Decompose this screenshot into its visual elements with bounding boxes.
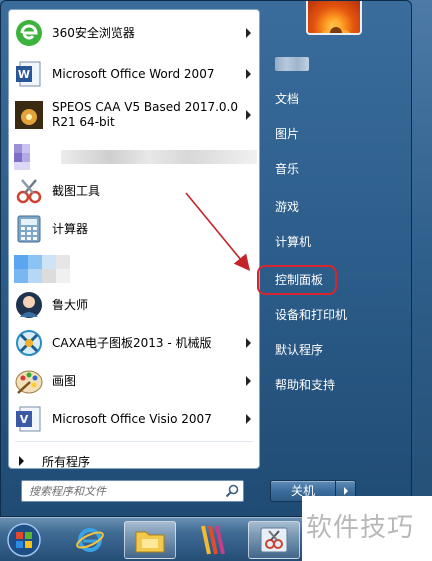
search-icon[interactable] [221, 481, 243, 501]
search-box[interactable] [21, 480, 244, 502]
all-programs-button[interactable]: 所有程序 [19, 451, 90, 471]
menu-item-devices-printers[interactable]: 设备和打印机 [275, 305, 347, 325]
chevron-right-icon[interactable] [246, 69, 251, 79]
program-item-ludashi[interactable]: 鲁大师 [13, 286, 257, 324]
menu-item-help-support[interactable]: 帮助和支持 [275, 375, 335, 395]
program-label: CAXA电子图板2013 - 机械版 [52, 335, 212, 350]
program-label: 画图 [52, 373, 77, 388]
pixelated-icon [13, 141, 31, 173]
menu-item-documents[interactable]: 文档 [275, 89, 299, 109]
caxa-icon [13, 327, 45, 359]
program-item-360-browser[interactable]: 360安全浏览器 [13, 14, 257, 52]
word-icon: W [13, 58, 45, 90]
speos-icon [13, 99, 45, 131]
taskbar-snipping-tool-icon[interactable] [248, 521, 300, 559]
program-item-visio[interactable]: V Microsoft Office Visio 2007 [13, 400, 257, 438]
program-item-caxa[interactable]: CAXA电子图板2013 - 机械版 [13, 324, 257, 362]
taskbar-explorer-icon[interactable] [124, 521, 176, 559]
program-label: 计算器 [52, 221, 89, 236]
visio-icon: V [13, 403, 45, 435]
menu-item-music[interactable]: 音乐 [275, 159, 299, 179]
paint-icon [13, 365, 45, 397]
program-item-speos[interactable]: SPEOS CAA V5 Based 2017.0.0 R21 64-bit [13, 96, 257, 134]
chevron-right-icon [343, 487, 348, 495]
program-label: 截图工具 [52, 183, 101, 198]
menu-item-pictures[interactable]: 图片 [275, 124, 299, 144]
calculator-icon [13, 213, 45, 245]
program-item-word[interactable]: W Microsoft Office Word 2007 [13, 55, 257, 93]
program-item-snipping-tool[interactable]: 截图工具 [13, 172, 257, 210]
menu-item-default-programs[interactable]: 默认程序 [275, 340, 323, 360]
pixelated-icon [13, 253, 71, 285]
program-label: Microsoft Office Word 2007 [52, 66, 215, 81]
start-button[interactable] [4, 521, 44, 559]
taskbar-ie-icon[interactable] [64, 521, 116, 559]
menu-item-games[interactable]: 游戏 [275, 197, 299, 217]
user-name-blurred[interactable] [275, 57, 309, 71]
program-item-calculator[interactable]: 计算器 [13, 210, 257, 248]
chevron-right-icon[interactable] [246, 110, 251, 120]
program-item-blurred[interactable] [13, 250, 257, 288]
search-input[interactable] [29, 482, 221, 500]
chevron-right-icon[interactable] [246, 338, 251, 348]
chevron-right-icon [19, 456, 24, 466]
program-label: Microsoft Office Visio 2007 [52, 411, 212, 426]
divider [15, 441, 253, 442]
program-label [61, 150, 257, 164]
user-avatar[interactable] [306, 1, 362, 35]
ludashi-icon [13, 289, 45, 321]
svg-text:W: W [18, 68, 30, 81]
control-panel-highlight [257, 265, 337, 295]
programs-pane: 360安全浏览器 W Microsoft Office Word 2007 SP… [8, 9, 260, 469]
chevron-right-icon[interactable] [246, 28, 251, 38]
taskbar [0, 517, 302, 561]
menu-item-computer[interactable]: 计算机 [275, 232, 311, 252]
svg-text:V: V [20, 413, 29, 426]
program-label: 360安全浏览器 [52, 25, 135, 40]
360-browser-icon [13, 17, 45, 49]
start-menu: 360安全浏览器 W Microsoft Office Word 2007 SP… [0, 0, 412, 517]
watermark-text: 软件技巧 [306, 513, 415, 543]
snipping-tool-icon [13, 175, 45, 207]
taskbar-app-icon[interactable] [186, 521, 238, 559]
chevron-right-icon[interactable] [246, 414, 251, 424]
chevron-right-icon[interactable] [246, 376, 251, 386]
program-label: 鲁大师 [52, 297, 89, 312]
all-programs-label: 所有程序 [42, 454, 91, 469]
program-item-paint[interactable]: 画图 [13, 362, 257, 400]
program-label: SPEOS CAA V5 Based 2017.0.0 R21 64-bit [52, 100, 239, 129]
program-item-blurred[interactable] [13, 138, 257, 176]
